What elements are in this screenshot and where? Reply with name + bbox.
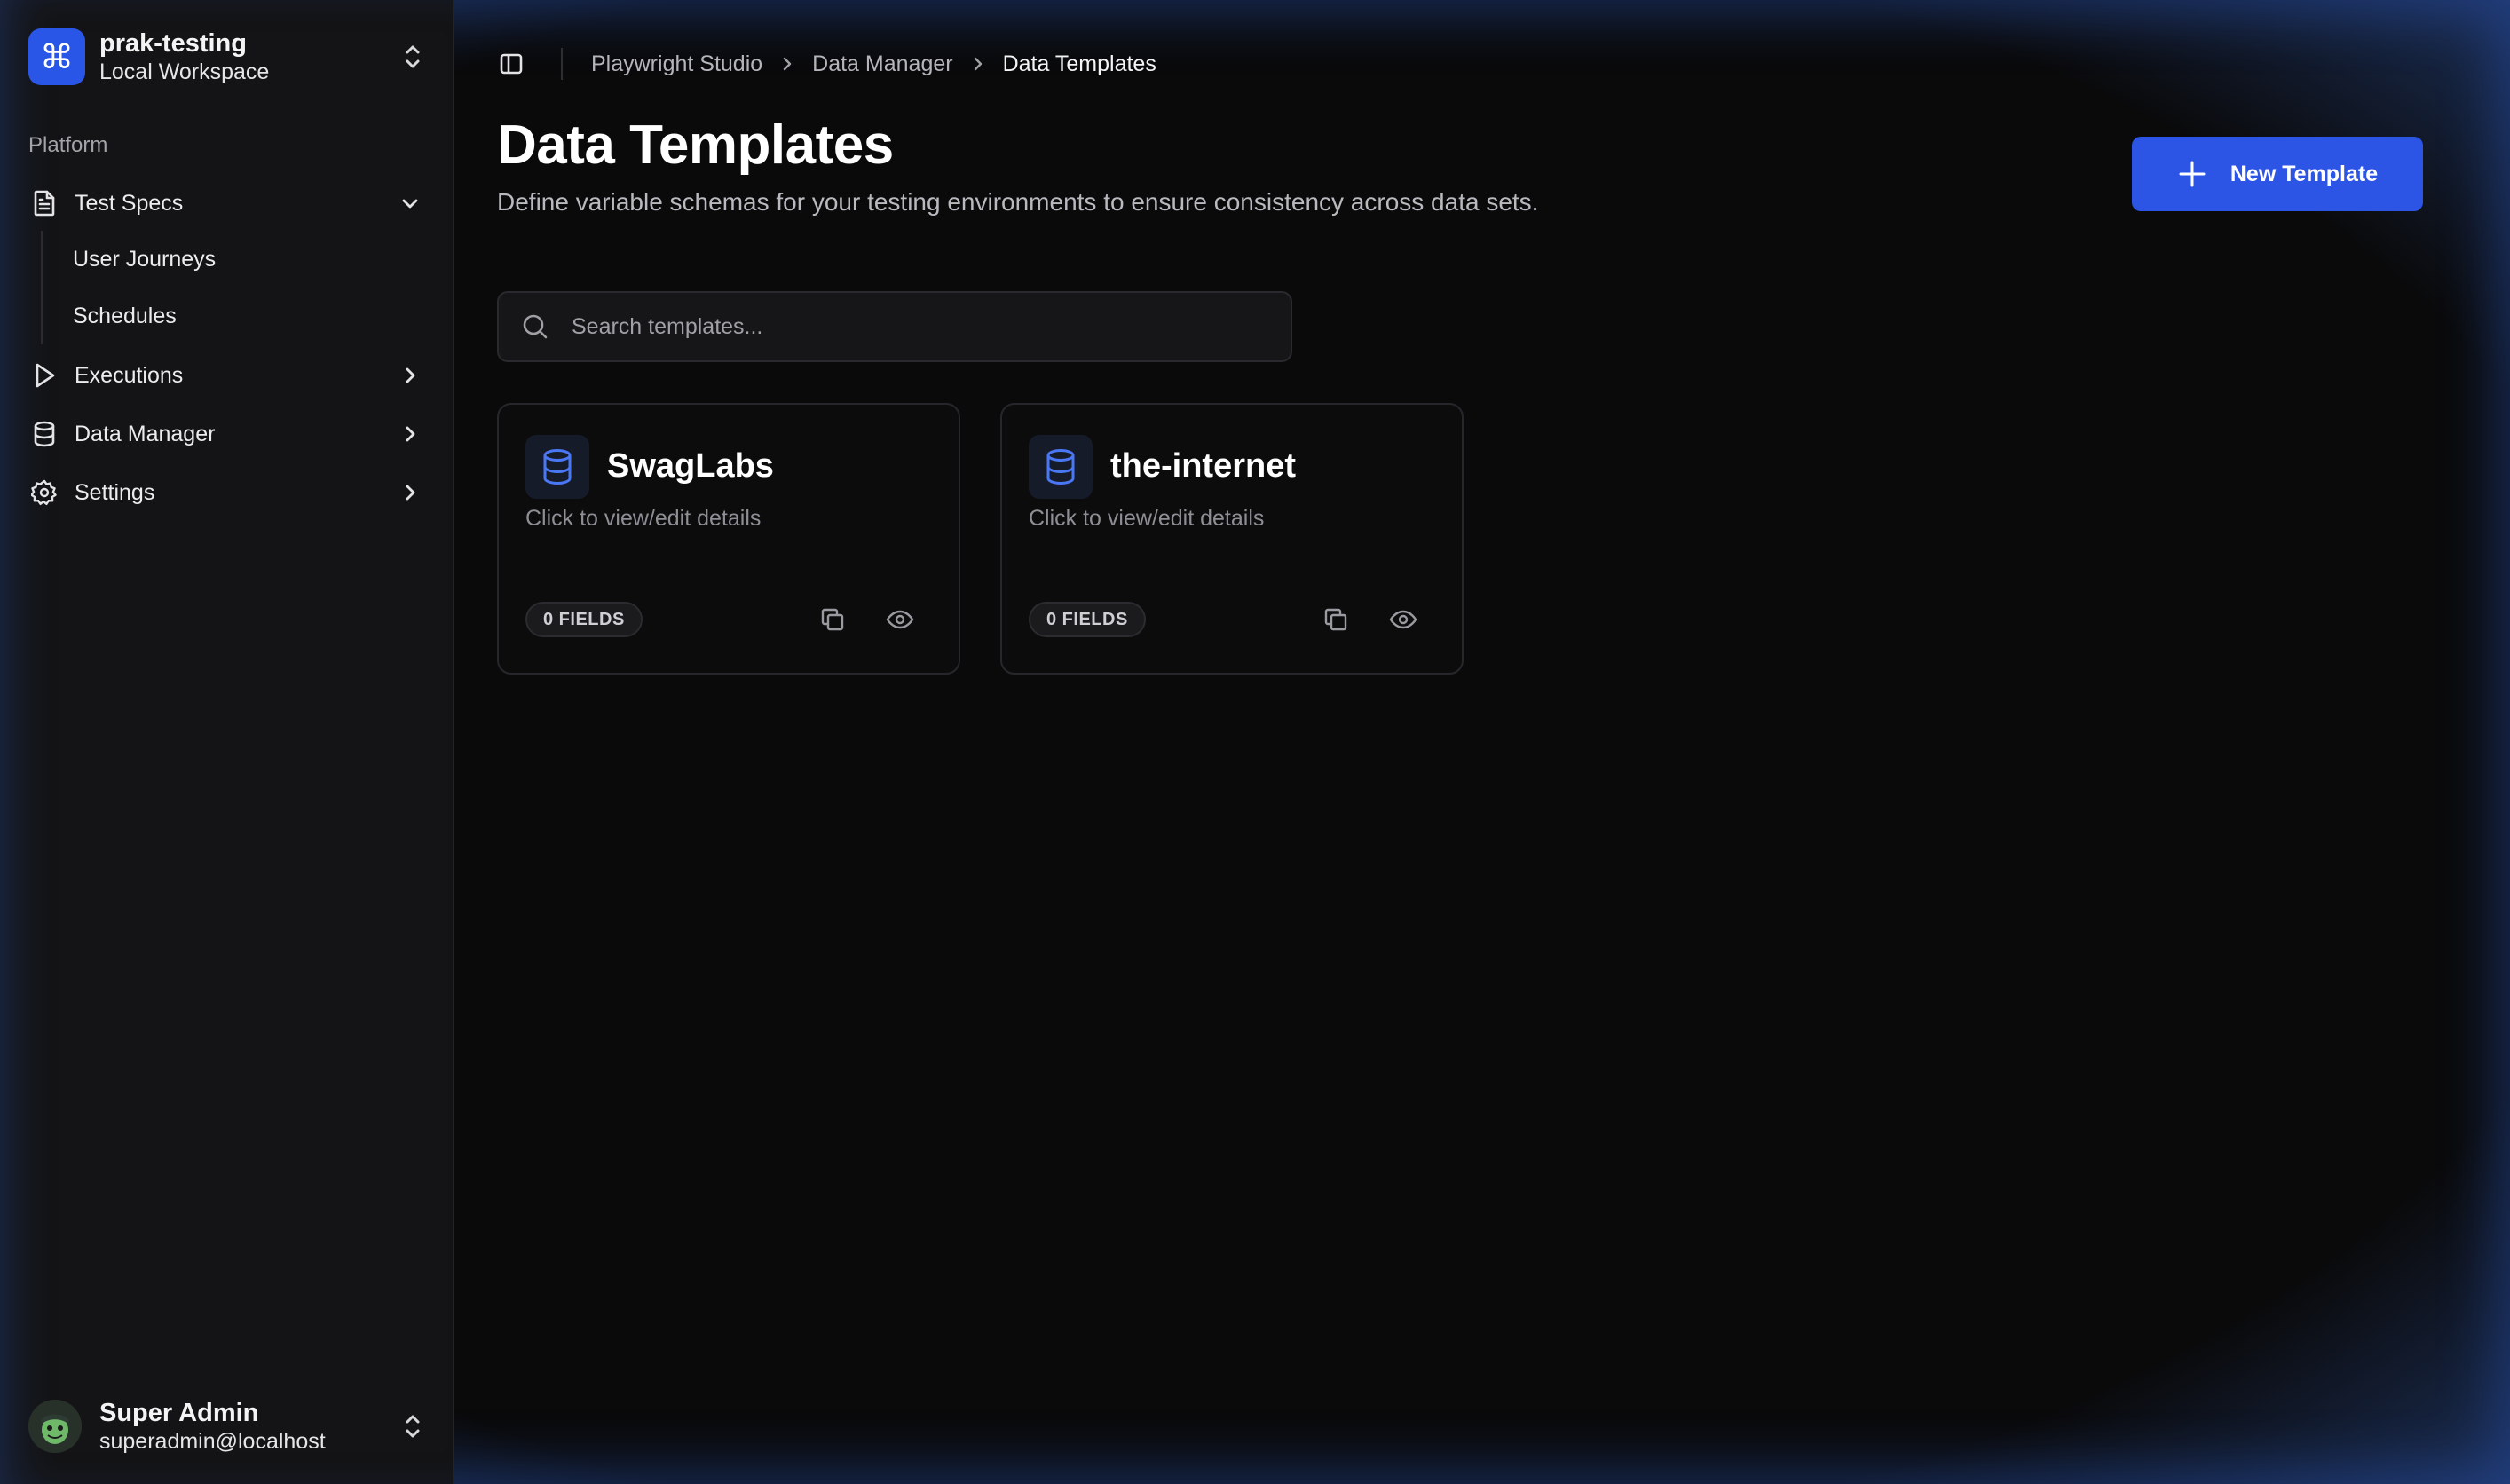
sidebar-item-label: Settings xyxy=(75,479,155,505)
template-card-swaglabs[interactable]: SwagLabs Click to view/edit details 0 FI… xyxy=(497,403,960,675)
sidebar-item-label: Data Manager xyxy=(75,421,216,446)
database-icon xyxy=(525,435,589,499)
gear-icon xyxy=(30,478,59,507)
sidebar-item-executions[interactable]: Executions xyxy=(28,348,430,403)
page-description: Define variable schemas for your testing… xyxy=(497,188,1539,216)
duplicate-button[interactable] xyxy=(1318,604,1354,639)
sidebar: ⌘ prak-testing Local Workspace Platform xyxy=(0,0,454,1484)
copy-icon xyxy=(819,606,846,637)
workspace-name: prak-testing xyxy=(99,29,247,58)
template-subtitle: Click to view/edit details xyxy=(525,506,762,531)
main-content xyxy=(454,0,2510,1484)
workspace-logo-icon: ⌘ xyxy=(28,28,85,85)
sidebar-sublist-test-specs: User Journeys Schedules xyxy=(41,231,430,344)
sidebar-toggle-icon[interactable] xyxy=(499,51,524,76)
user-name: Super Admin xyxy=(99,1399,259,1427)
breadcrumb-item-data-manager[interactable]: Data Manager xyxy=(812,51,952,77)
sidebar-subitem-schedules[interactable]: Schedules xyxy=(73,288,430,344)
new-template-label: New Template xyxy=(2230,161,2379,186)
duplicate-button[interactable] xyxy=(815,604,850,639)
chevron-right-icon xyxy=(396,361,424,390)
new-template-button[interactable]: New Template xyxy=(2132,137,2423,211)
topbar-divider xyxy=(561,48,563,80)
search-box xyxy=(497,291,1292,362)
breadcrumb-item-data-templates: Data Templates xyxy=(1002,51,1156,76)
file-text-icon xyxy=(30,189,59,217)
breadcrumb-item-playwright-studio[interactable]: Playwright Studio xyxy=(591,51,762,77)
fields-count-badge: 0 FIELDS xyxy=(525,602,643,637)
plus-icon xyxy=(2177,159,2207,189)
chevron-right-icon xyxy=(396,420,424,448)
sidebar-section-label: Platform xyxy=(28,133,108,157)
workspace-info: prak-testing Local Workspace xyxy=(99,28,399,85)
sidebar-item-label: Test Specs xyxy=(75,190,184,216)
user-email: superadmin@localhost xyxy=(99,1429,326,1454)
chevron-down-icon xyxy=(396,189,424,217)
play-icon xyxy=(30,361,59,390)
chevron-right-icon xyxy=(396,478,424,507)
sidebar-subitem-user-journeys[interactable]: User Journeys xyxy=(73,231,430,288)
template-subtitle: Click to view/edit details xyxy=(1029,506,1265,531)
user-info: Super Admin superadmin@localhost xyxy=(99,1398,399,1455)
sidebar-item-data-manager[interactable]: Data Manager xyxy=(28,407,430,462)
search-input[interactable] xyxy=(572,313,1291,340)
avatar xyxy=(28,1400,82,1453)
workspace-switcher[interactable]: ⌘ prak-testing Local Workspace xyxy=(28,27,426,87)
sidebar-nav: Test Specs User Journeys Schedules Execu… xyxy=(28,176,430,520)
preview-button[interactable] xyxy=(882,604,918,639)
template-card-the-internet[interactable]: the-internet Click to view/edit details … xyxy=(1000,403,1464,675)
fields-count-badge: 0 FIELDS xyxy=(1029,602,1146,637)
search-icon xyxy=(520,312,550,342)
sidebar-item-test-specs[interactable]: Test Specs xyxy=(28,176,430,231)
database-icon xyxy=(1029,435,1093,499)
copy-icon xyxy=(1322,606,1349,637)
chevrons-up-down-icon[interactable] xyxy=(399,39,426,75)
chevron-right-icon xyxy=(969,55,987,73)
sidebar-item-settings[interactable]: Settings xyxy=(28,465,430,520)
sidebar-item-label: Executions xyxy=(75,362,184,388)
template-name: the-internet xyxy=(1110,447,1296,485)
user-menu[interactable]: Super Admin superadmin@localhost xyxy=(28,1393,426,1459)
app-window: ⌘ prak-testing Local Workspace Platform xyxy=(0,0,2510,1484)
template-name: SwagLabs xyxy=(607,447,774,485)
chevron-right-icon xyxy=(778,55,796,73)
page-title: Data Templates xyxy=(497,114,894,176)
chevrons-up-down-icon[interactable] xyxy=(399,1409,426,1444)
preview-button[interactable] xyxy=(1385,604,1421,639)
eye-icon xyxy=(1389,606,1417,637)
eye-icon xyxy=(886,606,914,637)
database-icon xyxy=(30,420,59,448)
workspace-subtitle: Local Workspace xyxy=(99,59,270,84)
breadcrumb: Playwright Studio Data Manager Data Temp… xyxy=(591,48,1156,80)
